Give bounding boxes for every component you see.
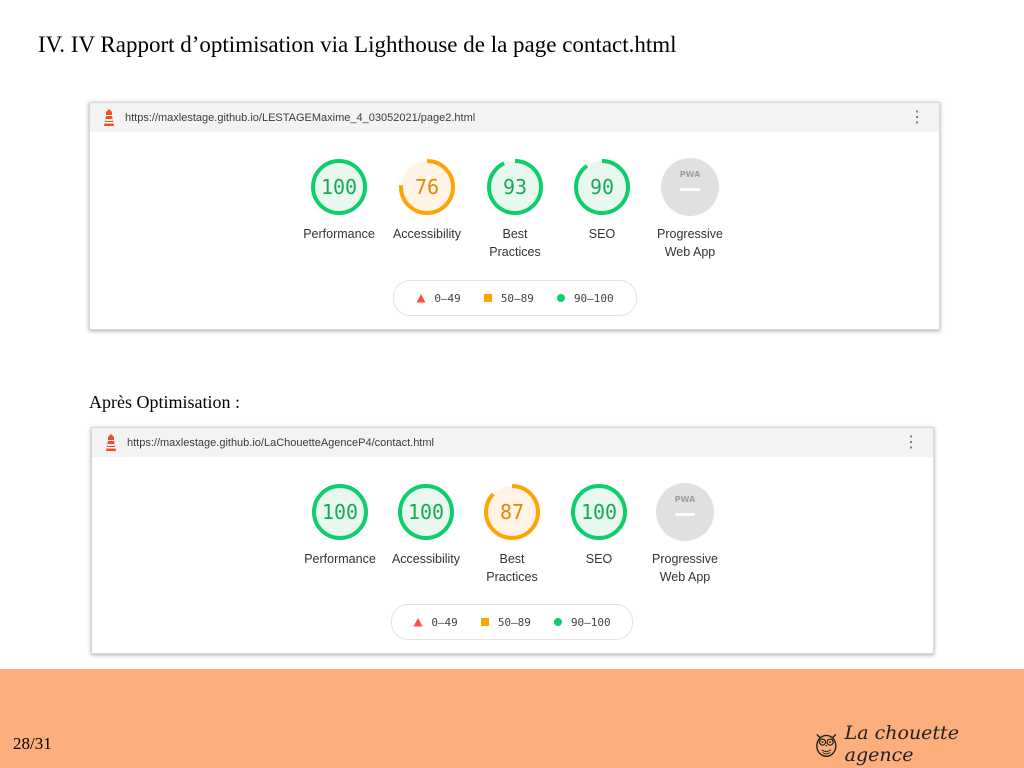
legend-pass: 90–100 [556,292,614,305]
lighthouse-icon [100,109,118,127]
score-legend: 0–49 50–89 90–100 [391,604,633,640]
gauge-label: Best Practices [489,227,541,259]
gauge-label: Performance [304,552,376,566]
gauges-row: 100 Performance 100 Accessibility 87 Bes… [92,457,933,640]
kebab-menu-icon[interactable]: ⋮ [907,109,927,126]
square-icon [483,294,492,302]
gauge-label: Progressive Web App [657,227,723,259]
section-subtitle: Après Optimisation : [89,392,240,412]
report-url-bar: https://maxlestage.github.io/LESTAGEMaxi… [90,103,939,132]
lighthouse-icon [102,434,120,452]
report-url[interactable]: https://maxlestage.github.io/LaChouetteA… [127,437,901,449]
legend-fail: 0–49 [413,616,458,629]
gauge-label: SEO [585,552,613,566]
gauge-pwa[interactable]: PWA Progressive Web App [640,482,730,586]
square-icon [480,618,489,626]
gauge-score: 87 [499,500,525,524]
legend-fail: 0–49 [416,292,461,305]
brand-name: La chouette agence [844,722,959,766]
pwa-badge-icon [661,158,719,216]
gauge-score: 90 [589,175,615,199]
gauge-label: Progressive Web App [652,552,718,584]
gauge-label: Performance [303,227,375,241]
triangle-icon [413,618,423,627]
legend-average: 50–89 [480,616,531,629]
gauge-score: 100 [580,500,618,524]
brand-logo: La chouette agence [814,722,1024,766]
gauge-score: 76 [414,175,440,199]
gauge-pwa[interactable]: PWA Progressive Web App [645,157,735,261]
gauge-label: Best Practices [486,552,538,584]
kebab-menu-icon[interactable]: ⋮ [901,434,921,451]
gauge-best-practices[interactable]: 93 Best Practices [470,157,560,261]
gauge-score: 93 [502,175,528,199]
pwa-badge-text: PWA [674,495,696,504]
gauge-label: Accessibility [392,227,462,241]
gauge-performance[interactable]: 100 Performance [294,157,384,243]
pwa-badge-text: PWA [679,170,701,179]
gauge-label: Accessibility [391,552,461,566]
report-url-bar: https://maxlestage.github.io/LaChouetteA… [92,428,933,457]
score-legend: 0–49 50–89 90–100 [393,280,637,316]
report-url[interactable]: https://maxlestage.github.io/LESTAGEMaxi… [125,112,907,124]
owl-icon [816,734,837,758]
gauge-score: 100 [407,500,445,524]
lighthouse-report-before: https://maxlestage.github.io/LESTAGEMaxi… [89,102,940,330]
gauge-score: 100 [321,500,359,524]
circle-icon [553,618,562,626]
triangle-icon [416,294,426,303]
legend-average: 50–89 [483,292,534,305]
gauge-accessibility[interactable]: 76 Accessibility [382,157,472,243]
lighthouse-report-after: https://maxlestage.github.io/LaChouetteA… [91,427,934,654]
gauges-row: 100 Performance 76 Accessibility 93 Best… [90,132,939,316]
slide-title: IV. IV Rapport d’optimisation via Lighth… [38,32,677,57]
gauge-performance[interactable]: 100 Performance [295,482,385,568]
gauge-label: SEO [588,227,616,241]
legend-pass: 90–100 [553,616,611,629]
gauge-score: 100 [320,175,358,199]
pwa-badge-icon [656,483,714,541]
gauge-seo[interactable]: 90 SEO [557,157,647,243]
page-number: 28/31 [13,734,52,753]
gauge-best-practices[interactable]: 87 Best Practices [467,482,557,586]
circle-icon [556,294,565,302]
gauge-accessibility[interactable]: 100 Accessibility [381,482,471,568]
gauge-seo[interactable]: 100 SEO [554,482,644,568]
